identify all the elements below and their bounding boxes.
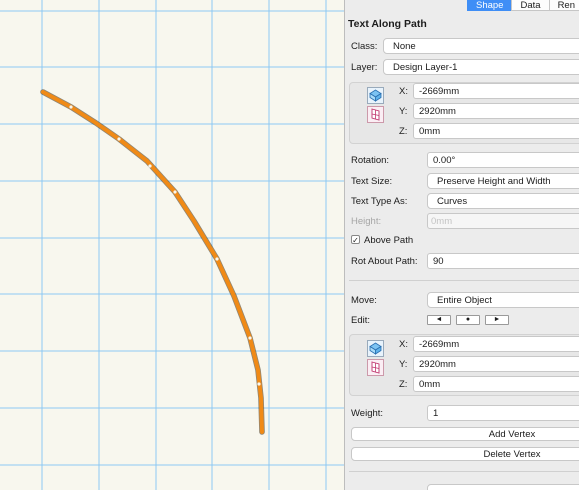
x-field-2[interactable]: -2669mm (413, 336, 579, 352)
text-type-select[interactable]: Curves (427, 193, 579, 209)
y-label-2: Y: (399, 359, 408, 370)
z-field-2[interactable]: 0mm (413, 376, 579, 392)
weight-label: Weight: (351, 408, 384, 419)
text-size-select[interactable]: Preserve Height and Width (427, 173, 579, 189)
tab-shape[interactable]: Shape (467, 0, 513, 11)
x-field-1[interactable]: -2669mm (413, 83, 579, 99)
y-field-1[interactable]: 2920mm (413, 103, 579, 119)
x-label-2: X: (399, 339, 408, 350)
screen-plane-icon[interactable] (367, 106, 384, 123)
class-select[interactable]: None (383, 38, 579, 54)
section-divider-2 (349, 471, 579, 472)
y-field-2[interactable]: 2920mm (413, 356, 579, 372)
rot-about-path-field[interactable]: 90 (427, 253, 579, 269)
section-divider-1 (349, 280, 579, 281)
path-curve-outline (40, 89, 265, 435)
path-segment-gaps (69, 105, 261, 386)
path-gap (248, 336, 252, 340)
path-curve (41, 90, 264, 434)
delete-vertex-button[interactable]: Delete Vertex (351, 447, 579, 461)
rotation-label: Rotation: (351, 155, 390, 166)
height-label: Height: (351, 216, 382, 227)
tab-data[interactable]: Data (511, 0, 550, 11)
layer-select[interactable]: Design Layer-1 (383, 59, 579, 75)
grid-lines (0, 0, 344, 490)
partial-select-bottom[interactable] (427, 484, 579, 490)
z-label-1: Z: (399, 126, 408, 137)
text-type-label: Text Type As: (351, 196, 408, 207)
text-size-label: Text Size: (351, 176, 393, 187)
current-vertex-button[interactable]: ● (456, 315, 480, 325)
3d-locus-icon[interactable] (367, 87, 384, 104)
height-field: 0mm (427, 213, 579, 229)
path-gap (117, 137, 121, 141)
z-label-2: Z: (399, 379, 408, 390)
previous-vertex-button[interactable]: ◄ (427, 315, 451, 325)
class-label: Class: (351, 41, 378, 52)
above-path-label: Above Path (364, 235, 414, 246)
move-label: Move: (351, 295, 377, 306)
path-gap (148, 164, 152, 168)
rot-about-path-label: Rot About Path: (351, 256, 418, 267)
layer-label: Layer: (351, 62, 378, 73)
z-field-1[interactable]: 0mm (413, 123, 579, 139)
drawing-canvas[interactable] (0, 0, 344, 490)
screen-plane-icon[interactable] (367, 359, 384, 376)
3d-locus-icon[interactable] (367, 340, 384, 357)
path-gap (69, 105, 73, 109)
weight-field[interactable]: 1 (427, 405, 579, 421)
x-label-1: X: (399, 86, 408, 97)
path-gap (173, 190, 177, 194)
y-label-1: Y: (399, 106, 408, 117)
path-gap (215, 257, 219, 261)
tab-render[interactable]: Ren (548, 0, 579, 11)
canvas-drawing[interactable] (0, 0, 344, 490)
above-path-checkbox[interactable]: ✓ (351, 235, 360, 245)
panel-title: Text Along Path (348, 18, 427, 30)
rotation-field[interactable]: 0.00° (427, 152, 579, 168)
next-vertex-button[interactable]: ► (485, 315, 509, 325)
edit-label: Edit: (351, 315, 371, 326)
move-select[interactable]: Entire Object (427, 292, 579, 308)
path-gap (257, 382, 261, 386)
object-info-palette: Shape Data Ren Text Along Path Class: No… (344, 0, 579, 490)
text-along-path-object[interactable] (40, 89, 265, 435)
add-vertex-button[interactable]: Add Vertex (351, 427, 579, 441)
palette-tabs: Shape Data Ren (467, 0, 579, 11)
